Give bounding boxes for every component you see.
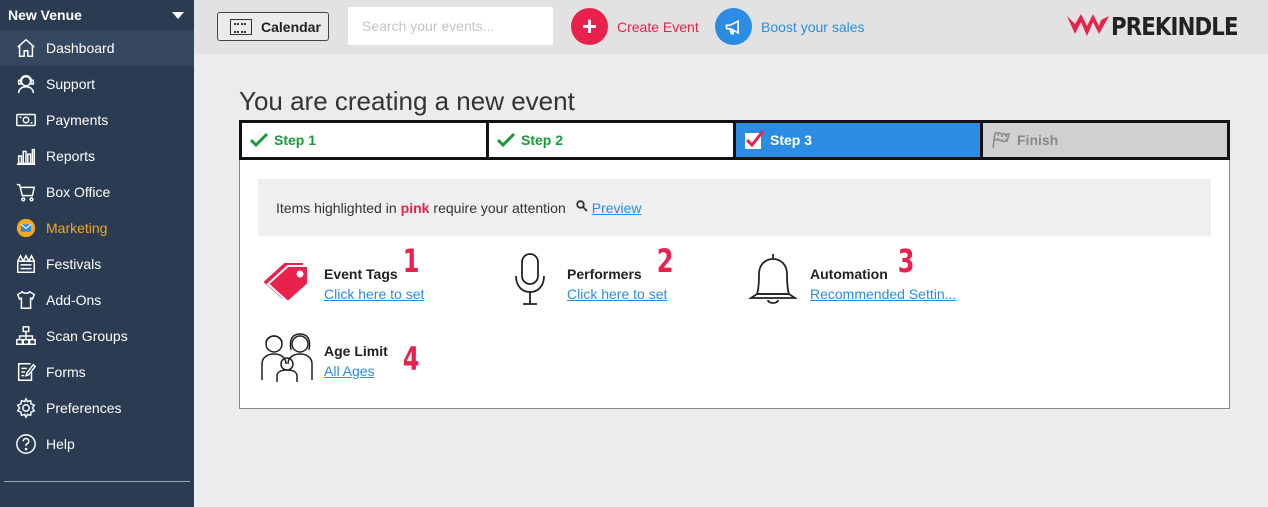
app: New Venue Dashboard Support Payments Rep… bbox=[0, 0, 1268, 507]
caret-down-icon bbox=[172, 11, 184, 19]
marketing-icon bbox=[14, 217, 38, 239]
callout-number-2: 2 bbox=[656, 242, 674, 280]
step-2[interactable]: Step 2 bbox=[489, 123, 733, 157]
sidebar-item-help[interactable]: Help bbox=[0, 426, 194, 462]
sidebar-item-marketing[interactable]: Marketing bbox=[0, 210, 194, 246]
prekindle-logo[interactable]: PREKINDLE bbox=[1065, 10, 1260, 42]
sidebar-item-label: Dashboard bbox=[46, 40, 115, 56]
performers-label: Performers bbox=[567, 266, 642, 282]
sidebar-item-reports[interactable]: Reports bbox=[0, 138, 194, 174]
home-icon bbox=[14, 37, 38, 59]
callout-number-1: 1 bbox=[402, 242, 420, 280]
sidebar-item-label: Help bbox=[46, 436, 75, 452]
payments-icon bbox=[14, 109, 38, 131]
festivals-icon bbox=[14, 253, 38, 275]
boost-sales-label: Boost your sales bbox=[761, 18, 865, 35]
automation-setting[interactable]: Automation Recommended Settin... bbox=[744, 250, 956, 308]
event-settings-panel: Items highlighted in pink require your a… bbox=[239, 160, 1230, 409]
shirt-icon bbox=[14, 289, 38, 311]
age-limit-setting[interactable]: Age Limit All Ages bbox=[258, 327, 388, 385]
step-finish[interactable]: Finish bbox=[983, 123, 1227, 157]
forms-icon bbox=[14, 361, 38, 383]
preview-link[interactable]: Preview bbox=[592, 200, 642, 216]
plus-icon: + bbox=[571, 8, 608, 45]
calendar-button-label: Calendar bbox=[261, 18, 321, 35]
sidebar-item-preferences[interactable]: Preferences bbox=[0, 390, 194, 426]
step-1[interactable]: Step 1 bbox=[242, 123, 486, 157]
help-icon bbox=[14, 433, 38, 455]
reports-icon bbox=[14, 145, 38, 167]
sidebar-item-dashboard[interactable]: Dashboard bbox=[0, 30, 194, 66]
step-label: Finish bbox=[1017, 132, 1059, 148]
sidebar-item-label: Scan Groups bbox=[46, 328, 128, 344]
venue-selector[interactable]: New Venue bbox=[0, 0, 194, 30]
microphone-icon bbox=[501, 250, 559, 308]
sidebar-item-label: Marketing bbox=[46, 220, 108, 236]
cart-icon bbox=[14, 181, 38, 203]
sidebar-item-label: Forms bbox=[46, 364, 86, 380]
page-title: You are creating a new event bbox=[239, 86, 575, 116]
sidebar-divider bbox=[4, 481, 190, 482]
event-tags-setting[interactable]: Event Tags Click here to set bbox=[258, 250, 424, 308]
step-label: Step 1 bbox=[274, 132, 317, 148]
sidebar-item-scan-groups[interactable]: Scan Groups bbox=[0, 318, 194, 354]
tags-icon bbox=[258, 250, 316, 308]
sidebar-item-label: Payments bbox=[46, 112, 109, 128]
performers-setting[interactable]: Performers Click here to set bbox=[501, 250, 667, 308]
gear-icon bbox=[14, 397, 38, 419]
step-progress: Step 1 Step 2 Step 3 Finish bbox=[239, 120, 1230, 160]
attention-notice: Items highlighted in pink require your a… bbox=[258, 179, 1211, 236]
sidebar-item-label: Support bbox=[46, 76, 96, 92]
search-input[interactable] bbox=[348, 7, 553, 45]
sidebar-item-add-ons[interactable]: Add-Ons bbox=[0, 282, 194, 318]
sidebar-item-payments[interactable]: Payments bbox=[0, 102, 194, 138]
create-event-label: Create Event bbox=[617, 18, 699, 35]
sidebar-item-forms[interactable]: Forms bbox=[0, 354, 194, 390]
boost-sales-button[interactable]: Boost your sales bbox=[715, 8, 865, 45]
magnifier-icon bbox=[576, 200, 588, 215]
performers-link[interactable]: Click here to set bbox=[567, 286, 667, 302]
step-label: Step 3 bbox=[770, 132, 813, 148]
sidebar-item-support[interactable]: Support bbox=[0, 66, 194, 102]
family-icon bbox=[258, 327, 316, 385]
scan-groups-icon bbox=[14, 325, 38, 347]
sidebar: New Venue Dashboard Support Payments Rep… bbox=[0, 0, 194, 507]
step-3[interactable]: Step 3 bbox=[736, 123, 980, 157]
sidebar-item-festivals[interactable]: Festivals bbox=[0, 246, 194, 282]
venue-name: New Venue bbox=[8, 7, 82, 23]
sidebar-item-label: Preferences bbox=[46, 400, 122, 416]
automation-label: Automation bbox=[810, 266, 888, 282]
sidebar-item-label: Festivals bbox=[46, 256, 102, 272]
sidebar-item-label: Add-Ons bbox=[46, 292, 102, 308]
create-event-button[interactable]: + Create Event bbox=[571, 8, 699, 45]
automation-link[interactable]: Recommended Settin... bbox=[810, 286, 956, 302]
notice-text-after: require your attention bbox=[433, 199, 566, 216]
megaphone-icon bbox=[715, 8, 752, 45]
sidebar-item-label: Box Office bbox=[46, 184, 111, 200]
check-icon bbox=[250, 132, 268, 148]
step-label: Step 2 bbox=[521, 132, 564, 148]
notice-pink-word: pink bbox=[400, 199, 430, 216]
bell-icon bbox=[744, 250, 802, 308]
flag-icon bbox=[991, 131, 1011, 149]
event-tags-link[interactable]: Click here to set bbox=[324, 286, 424, 302]
calendar-button[interactable]: Calendar bbox=[217, 12, 329, 41]
notice-text-before: Items highlighted in bbox=[276, 199, 397, 216]
check-icon bbox=[497, 132, 515, 148]
calendar-icon bbox=[230, 18, 252, 35]
checkbox-checked-icon bbox=[744, 130, 764, 150]
support-icon bbox=[14, 73, 38, 95]
callout-number-3: 3 bbox=[897, 242, 915, 280]
sidebar-item-label: Reports bbox=[46, 148, 96, 164]
age-limit-label: Age Limit bbox=[324, 343, 388, 359]
logo-wordmark: PREKINDLE bbox=[1110, 11, 1239, 41]
logo-mark-icon bbox=[1066, 14, 1109, 36]
callout-number-4: 4 bbox=[402, 340, 420, 378]
top-bar: Calendar + Create Event Boost your sales… bbox=[194, 0, 1268, 54]
age-limit-link[interactable]: All Ages bbox=[324, 363, 388, 379]
sidebar-item-box-office[interactable]: Box Office bbox=[0, 174, 194, 210]
